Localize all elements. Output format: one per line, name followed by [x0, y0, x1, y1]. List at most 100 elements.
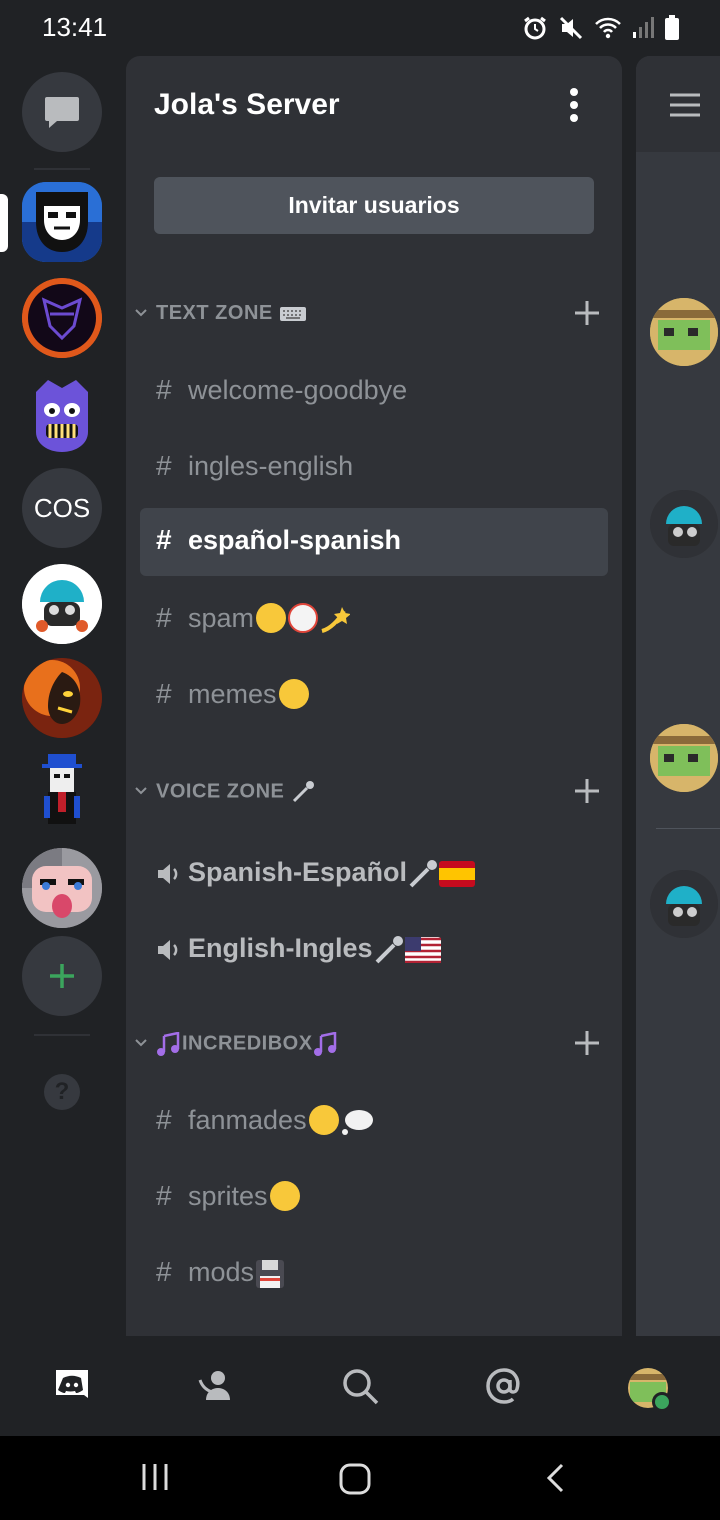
help-button[interactable]: ?: [44, 1074, 80, 1110]
add-channel-icon[interactable]: [572, 1028, 602, 1058]
server-rail: COS ?: [0, 56, 126, 1336]
server-initials: COS: [33, 492, 91, 523]
chevron-down-icon: [135, 309, 147, 317]
category-label: TEXT ZONE: [156, 302, 307, 325]
more-options-icon[interactable]: [564, 86, 584, 124]
hash-icon: #: [156, 1256, 172, 1287]
back-icon[interactable]: [544, 1462, 568, 1494]
user-avatar-button[interactable]: [626, 1366, 672, 1412]
avatar-image: [650, 870, 718, 938]
avatar-image: [650, 724, 718, 792]
invite-users-button[interactable]: Invitar usuarios: [154, 177, 594, 234]
discord-home-icon[interactable]: [52, 1366, 92, 1406]
friends-icon[interactable]: [196, 1366, 236, 1406]
channel-fanmades[interactable]: # fanmades: [140, 1088, 608, 1156]
channel-name: welcome-goodbye: [188, 375, 408, 405]
home-icon[interactable]: [338, 1462, 372, 1496]
chat-bubble-icon: [45, 97, 79, 128]
add-server-button[interactable]: [22, 936, 102, 1016]
channel-spam[interactable]: # spam: [140, 586, 608, 654]
status-bar: 13:41: [0, 0, 720, 56]
wifi-icon: [595, 17, 621, 39]
peek-divider: [656, 828, 720, 829]
member-avatar[interactable]: [650, 724, 718, 792]
dizzy-emoji-icon: [321, 606, 352, 633]
voice-channel-spanish-espanol[interactable]: Spanish-Español: [140, 840, 608, 908]
surprised-face-emoji-icon: [269, 1180, 300, 1211]
server-icon[interactable]: [22, 752, 102, 832]
server-icon-cos[interactable]: COS: [22, 468, 102, 548]
signal-icon: [633, 17, 654, 38]
speaker-icon: [158, 864, 178, 884]
invite-label: Invitar usuarios: [288, 192, 460, 218]
hash-icon: #: [156, 1104, 172, 1135]
server-icon[interactable]: [22, 278, 102, 358]
category-incredibox[interactable]: INCREDIBOX: [126, 1028, 622, 1068]
hash-icon: #: [156, 1180, 172, 1211]
channel-name: fanmades: [188, 1104, 375, 1137]
spain-flag-icon: [439, 860, 476, 887]
channel-name: Spanish-Español: [188, 857, 476, 889]
category-text-zone[interactable]: TEXT ZONE: [126, 298, 622, 338]
channel-name: spam: [188, 602, 352, 635]
zany-face-emoji-icon: [256, 602, 287, 633]
member-avatar[interactable]: [650, 298, 718, 366]
clown-emoji-icon: [288, 602, 319, 633]
recent-apps-icon[interactable]: [140, 1462, 170, 1492]
server-icon[interactable]: [22, 182, 102, 262]
member-avatar[interactable]: [650, 870, 718, 938]
help-icon: ?: [54, 1078, 70, 1105]
usa-flag-icon: [404, 936, 441, 964]
status-time: 13:41: [42, 12, 108, 42]
server-avatar-image: [22, 564, 102, 644]
channel-espanol-spanish[interactable]: # español-spanish: [140, 508, 608, 576]
channel-name: español-spanish: [188, 525, 402, 555]
server-icon[interactable]: [22, 564, 102, 644]
member-avatar[interactable]: [650, 490, 718, 558]
channel-ingles-english[interactable]: # ingles-english: [140, 434, 608, 502]
alarm-icon: [524, 16, 546, 40]
category-label: INCREDIBOX: [156, 1031, 339, 1056]
channel-memes[interactable]: # memes: [140, 662, 608, 730]
channel-name: English-Ingles: [188, 933, 441, 965]
server-icon[interactable]: [22, 374, 102, 454]
channel-sprites[interactable]: # sprites: [140, 1164, 608, 1232]
rail-divider: [34, 1034, 90, 1036]
hamburger-menu-icon[interactable]: [668, 92, 702, 118]
server-icon[interactable]: [22, 658, 102, 738]
server-name[interactable]: Jola's Server: [154, 88, 340, 122]
hash-icon: #: [156, 374, 172, 405]
category-voice-zone[interactable]: VOICE ZONE: [126, 776, 622, 816]
microphone-icon: [409, 859, 438, 888]
microphone-icon: [293, 781, 315, 803]
category-label: VOICE ZONE: [156, 780, 316, 804]
hash-icon: #: [156, 678, 172, 709]
online-status-indicator: [652, 1392, 672, 1412]
server-avatar-image: [22, 658, 102, 738]
channel-mods[interactable]: # mods: [140, 1240, 608, 1308]
add-channel-icon[interactable]: [572, 776, 602, 806]
server-avatar-image: [22, 848, 102, 928]
channel-name: memes: [188, 678, 309, 711]
server-avatar-image: [22, 182, 102, 262]
music-notes-icon: [157, 1031, 180, 1056]
channel-welcome-goodbye[interactable]: # welcome-goodbye: [140, 358, 608, 426]
mute-icon: [559, 16, 583, 40]
music-notes-icon: [313, 1031, 336, 1056]
channel-panel: Jola's Server Invitar usuarios TEXT ZONE…: [126, 56, 622, 1336]
grinning-face-emoji-icon: [278, 678, 309, 709]
system-navigation-bar: [0, 1436, 720, 1520]
hash-icon: #: [156, 524, 172, 555]
mentions-icon[interactable]: [484, 1366, 524, 1406]
direct-messages-button[interactable]: [22, 72, 102, 152]
hash-icon: #: [156, 602, 172, 633]
plus-icon: [50, 964, 74, 988]
search-icon[interactable]: [340, 1366, 380, 1406]
add-channel-icon[interactable]: [572, 298, 602, 328]
avatar-image: [650, 298, 718, 366]
speaker-icon: [158, 940, 178, 960]
voice-channel-english-ingles[interactable]: English-Ingles: [140, 916, 608, 984]
members-peek-panel: [636, 56, 720, 1336]
server-icon[interactable]: [22, 848, 102, 928]
microphone-icon: [375, 935, 403, 964]
